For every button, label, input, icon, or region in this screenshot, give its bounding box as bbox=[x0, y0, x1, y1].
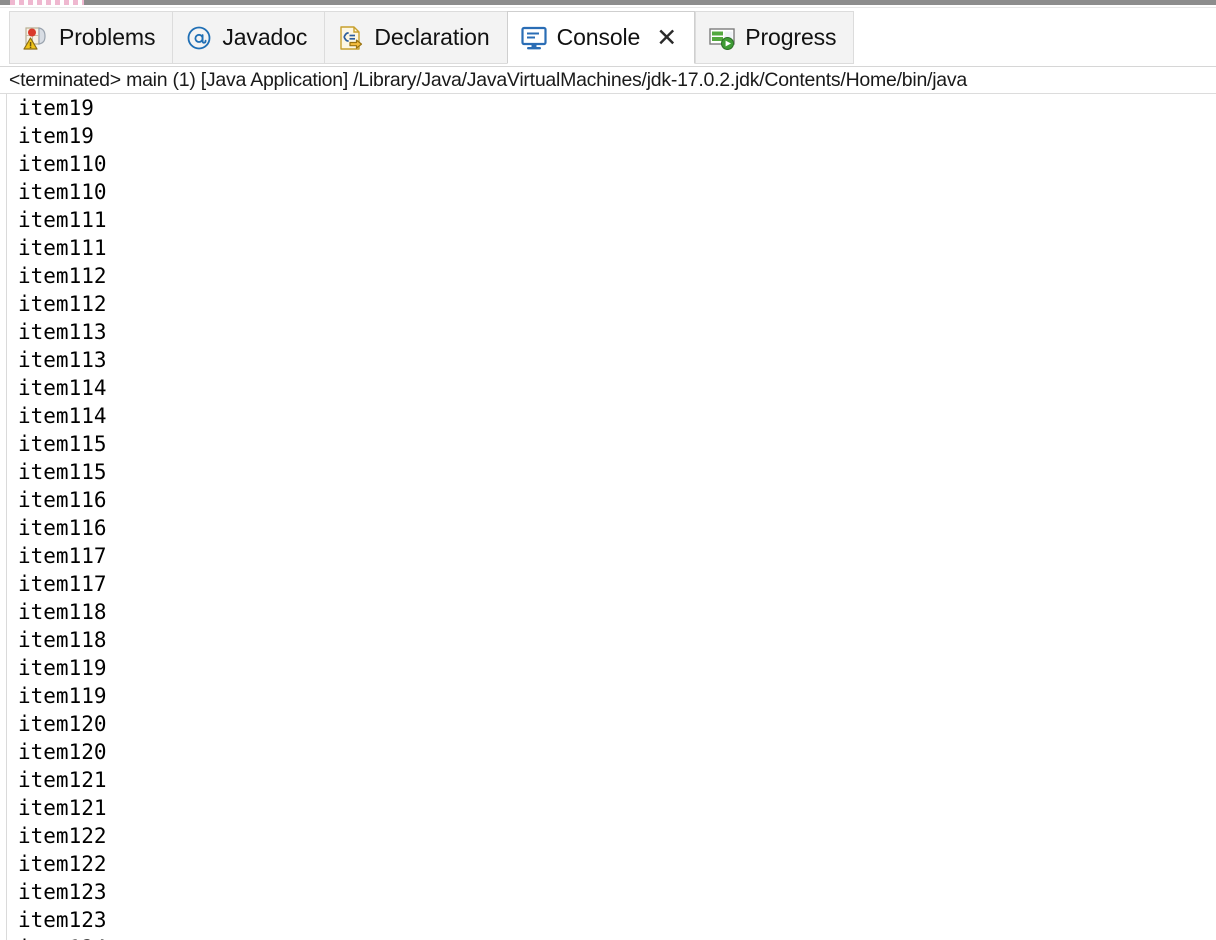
console-line: item19 bbox=[18, 124, 94, 148]
tab-declaration-label: Declaration bbox=[374, 24, 490, 50]
console-line: item112 bbox=[18, 264, 107, 288]
console-line: item122 bbox=[18, 852, 107, 876]
above-view-sliver bbox=[0, 0, 1216, 7]
console-gutter bbox=[0, 94, 7, 940]
console-line: item111 bbox=[18, 236, 107, 260]
process-header-text: <terminated> main (1) [Java Application]… bbox=[9, 68, 967, 91]
close-icon[interactable]: ✕ bbox=[656, 25, 677, 50]
console-line: item114 bbox=[18, 404, 107, 428]
progress-icon bbox=[708, 24, 736, 52]
tab-console-label: Console bbox=[556, 24, 641, 50]
tab-javadoc-label: Javadoc bbox=[222, 24, 308, 50]
console-line: item114 bbox=[18, 376, 107, 400]
javadoc-at-icon bbox=[185, 24, 213, 52]
console-line: item111 bbox=[18, 208, 107, 232]
console-icon bbox=[520, 24, 548, 52]
tab-progress[interactable]: Progress bbox=[695, 11, 855, 64]
console-line: item118 bbox=[18, 628, 107, 652]
console-line: item115 bbox=[18, 460, 107, 484]
console-line: item117 bbox=[18, 572, 107, 596]
console-line: item112 bbox=[18, 292, 107, 316]
console-line: item116 bbox=[18, 488, 107, 512]
eclipse-console-view: Problems Javadoc Declaration Console ✕ P… bbox=[0, 0, 1216, 940]
tab-console[interactable]: Console ✕ bbox=[506, 11, 696, 64]
console-line: item117 bbox=[18, 544, 107, 568]
console-line: item19 bbox=[18, 96, 94, 120]
console-line: item113 bbox=[18, 348, 107, 372]
console-line: item121 bbox=[18, 768, 107, 792]
tab-progress-label: Progress bbox=[745, 24, 837, 50]
console-line: item110 bbox=[18, 152, 107, 176]
problems-icon bbox=[22, 24, 50, 52]
console-line: item110 bbox=[18, 180, 107, 204]
console-line: item115 bbox=[18, 432, 107, 456]
console-line: item120 bbox=[18, 712, 107, 736]
console-line: item119 bbox=[18, 684, 107, 708]
console-output-text: item19 item19 item110 item110 item111 item111… bbox=[18, 94, 1216, 940]
console-line: item123 bbox=[18, 908, 107, 932]
console-line: item116 bbox=[18, 516, 107, 540]
console-output-panel[interactable]: item19 item19 item110 item110 item111 item111… bbox=[0, 94, 1216, 940]
above-view-scrollbar[interactable] bbox=[0, 0, 1216, 5]
console-line: item120 bbox=[18, 740, 107, 764]
console-line: item121 bbox=[18, 796, 107, 820]
console-line: item122 bbox=[18, 824, 107, 848]
console-line: item119 bbox=[18, 656, 107, 680]
declaration-icon bbox=[337, 24, 365, 52]
process-header[interactable]: <terminated> main (1) [Java Application]… bbox=[0, 66, 1216, 94]
console-line: item113 bbox=[18, 320, 107, 344]
tab-problems-label: Problems bbox=[59, 24, 156, 50]
console-line: item124 bbox=[18, 934, 1216, 940]
above-view-marker-dots bbox=[10, 0, 84, 5]
view-tab-bar: Problems Javadoc Declaration Console ✕ P… bbox=[0, 7, 1216, 66]
tab-problems[interactable]: Problems bbox=[9, 11, 173, 64]
console-line: item123 bbox=[18, 880, 107, 904]
tab-declaration[interactable]: Declaration bbox=[324, 11, 507, 64]
tab-javadoc[interactable]: Javadoc bbox=[172, 11, 325, 64]
view-tab-strip: Problems Javadoc Declaration Console ✕ P… bbox=[9, 11, 855, 64]
console-line: item118 bbox=[18, 600, 107, 624]
